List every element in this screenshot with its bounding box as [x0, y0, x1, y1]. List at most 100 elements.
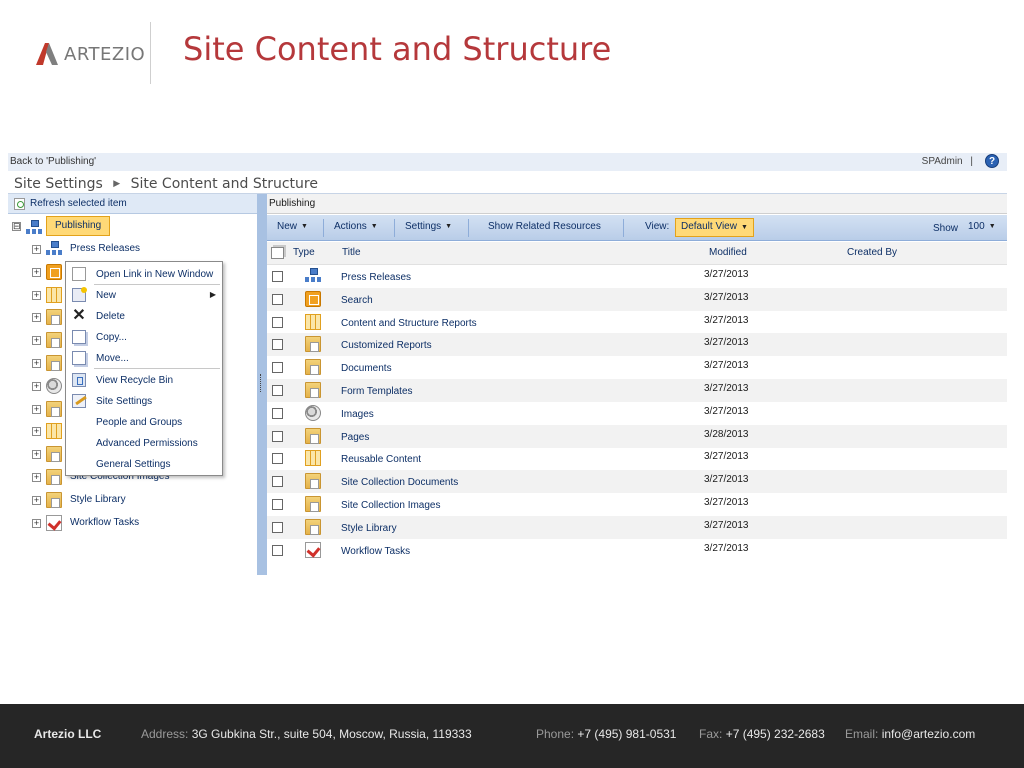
table-row[interactable]: Documents 3/27/2013 — [267, 356, 1007, 379]
expand-icon[interactable]: + — [32, 313, 41, 323]
context-menu-item[interactable]: General Settings — [66, 454, 222, 475]
new-menu-button[interactable]: New ▼ — [277, 221, 308, 232]
table-row[interactable]: Images 3/27/2013 — [267, 402, 1007, 425]
row-title-link[interactable]: Press Releases — [341, 272, 411, 283]
row-title-link[interactable]: Search — [341, 295, 373, 306]
page-size-select[interactable]: 100 ▼ — [968, 221, 996, 232]
row-title-link[interactable]: Documents — [341, 363, 392, 374]
view-select[interactable]: Default View ▼ — [675, 218, 754, 237]
row-checkbox[interactable] — [272, 521, 283, 533]
row-checkbox[interactable] — [272, 293, 283, 305]
row-checkbox[interactable] — [272, 385, 283, 396]
context-menu-item[interactable]: New ▶ — [66, 285, 222, 306]
tree-item-label[interactable]: Workflow Tasks — [70, 517, 139, 528]
folder-icon — [305, 382, 321, 398]
row-title-link[interactable]: Customized Reports — [341, 340, 432, 351]
user-menu[interactable]: SPAdmin | — [922, 156, 973, 167]
back-link[interactable]: Back to 'Publishing' — [10, 156, 96, 167]
table-row[interactable]: Form Templates 3/27/2013 — [267, 379, 1007, 402]
expand-icon[interactable]: + — [32, 427, 41, 437]
table-row[interactable]: Reusable Content 3/27/2013 — [267, 447, 1007, 470]
row-modified: 3/27/2013 — [704, 383, 749, 394]
table-row[interactable]: Search 3/27/2013 — [267, 287, 1007, 311]
table-row[interactable]: Content and Structure Reports 3/27/2013 — [267, 311, 1007, 334]
row-checkbox[interactable] — [272, 476, 283, 488]
context-menu-item[interactable]: Open Link in New Window — [66, 264, 222, 285]
expand-icon[interactable]: + — [32, 336, 41, 346]
table-row[interactable]: Customized Reports 3/27/2013 — [267, 333, 1007, 357]
expand-icon[interactable]: + — [32, 290, 41, 300]
row-checkbox[interactable] — [272, 499, 283, 510]
table-row[interactable]: Press Releases 3/27/2013 — [267, 265, 1007, 288]
row-title-link[interactable]: Images — [341, 409, 374, 420]
tree-item-label[interactable]: Style Library — [70, 494, 126, 505]
settings-menu-button[interactable]: Settings ▼ — [405, 221, 452, 232]
context-menu-item[interactable]: Advanced Permissions — [66, 433, 222, 454]
row-checkbox[interactable] — [272, 271, 283, 282]
column-type[interactable]: Type — [293, 247, 315, 258]
context-menu-item[interactable]: ✕ Delete — [66, 306, 222, 327]
collapse-icon[interactable]: ⊟ — [12, 222, 21, 231]
expand-icon[interactable]: + — [32, 473, 41, 482]
table-row[interactable]: Style Library 3/27/2013 — [267, 515, 1007, 539]
chevron-down-icon: ▼ — [740, 224, 748, 231]
row-checkbox[interactable] — [272, 544, 283, 556]
row-modified: 3/27/2013 — [704, 269, 749, 280]
context-menu-item[interactable]: Copy... — [66, 327, 222, 348]
expand-icon[interactable]: + — [32, 245, 41, 254]
refresh-selected-item[interactable]: Refresh selected item — [30, 198, 127, 209]
expand-icon[interactable]: + — [32, 518, 41, 528]
expand-icon[interactable]: + — [32, 404, 41, 414]
context-menu-item[interactable]: View Recycle Bin — [66, 370, 222, 391]
tree-item[interactable]: + Style Library — [32, 491, 252, 509]
context-menu-item-label: Delete — [96, 311, 125, 322]
actions-menu-label: Actions — [334, 221, 367, 232]
row-checkbox[interactable] — [272, 362, 283, 374]
expand-icon[interactable]: + — [32, 267, 41, 277]
table-row[interactable]: Workflow Tasks 3/27/2013 — [267, 539, 1007, 562]
context-menu-item[interactable]: People and Groups — [66, 412, 222, 433]
header-divider — [150, 22, 151, 84]
row-title-link[interactable]: Content and Structure Reports — [341, 318, 477, 329]
row-title-link[interactable]: Style Library — [341, 523, 397, 534]
help-icon[interactable]: ? — [985, 154, 999, 168]
row-checkbox[interactable] — [272, 339, 283, 351]
context-menu-item[interactable]: Move... — [66, 348, 222, 369]
row-checkbox[interactable] — [272, 453, 283, 465]
tree-item[interactable]: + Press Releases — [32, 240, 252, 258]
row-title-link[interactable]: Workflow Tasks — [341, 546, 410, 557]
table-row[interactable]: Pages 3/28/2013 — [267, 424, 1007, 448]
select-all-checkbox[interactable] — [271, 247, 284, 259]
email-value[interactable]: info@artezio.com — [882, 727, 976, 741]
row-title-link[interactable]: Site Collection Documents — [341, 477, 458, 488]
expand-icon[interactable]: + — [32, 359, 41, 368]
link-icon — [72, 267, 86, 281]
row-checkbox[interactable] — [272, 407, 283, 419]
refresh-icon[interactable] — [14, 198, 25, 210]
column-created-by[interactable]: Created By — [847, 247, 897, 258]
row-title-link[interactable]: Form Templates — [341, 386, 413, 397]
row-checkbox[interactable] — [272, 430, 283, 442]
expand-icon[interactable]: + — [32, 495, 41, 505]
show-related-resources-button[interactable]: Show Related Resources — [488, 221, 601, 232]
row-title-link[interactable]: Reusable Content — [341, 454, 421, 465]
expand-icon[interactable]: + — [32, 381, 41, 391]
pane-splitter[interactable] — [257, 194, 267, 575]
column-modified[interactable]: Modified — [709, 247, 747, 258]
table-row[interactable]: Site Collection Images 3/27/2013 — [267, 493, 1007, 516]
column-title[interactable]: Title — [342, 247, 361, 258]
context-menu-item[interactable]: Site Settings — [66, 391, 222, 412]
table-row[interactable]: Site Collection Documents 3/27/2013 — [267, 470, 1007, 494]
row-title-link[interactable]: Pages — [341, 432, 369, 443]
row-checkbox[interactable] — [272, 316, 283, 328]
tree-item[interactable]: + Workflow Tasks — [32, 514, 252, 532]
tree-item-label[interactable]: Press Releases — [70, 243, 140, 254]
recycle-bin-icon — [72, 373, 86, 387]
tree-root-label[interactable]: Publishing — [46, 216, 111, 236]
actions-menu-button[interactable]: Actions ▼ — [334, 221, 378, 232]
breadcrumb-site-settings[interactable]: Site Settings — [14, 176, 103, 192]
expand-icon[interactable]: + — [32, 450, 41, 460]
row-title-link[interactable]: Site Collection Images — [341, 500, 441, 511]
user-name[interactable]: SPAdmin — [922, 156, 963, 167]
context-menu-item-label: People and Groups — [96, 417, 183, 428]
